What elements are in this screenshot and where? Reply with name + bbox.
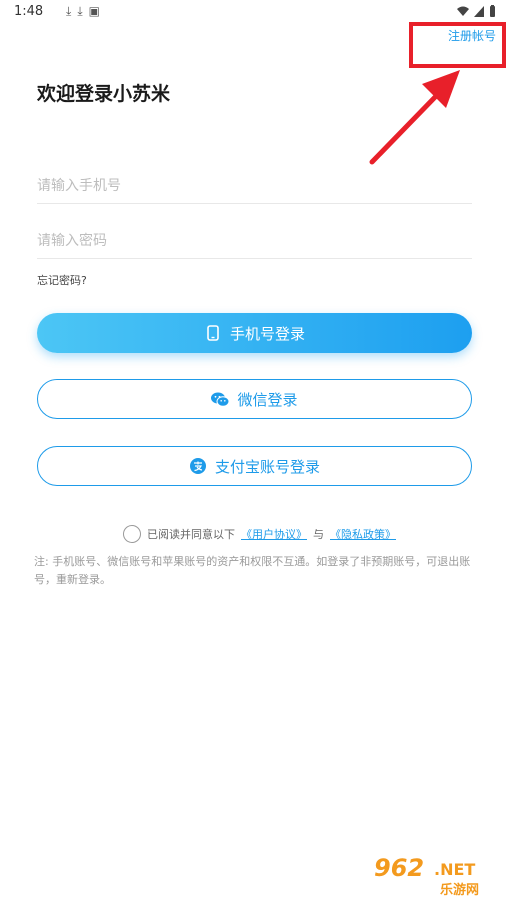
agreement-checkbox[interactable]	[123, 525, 141, 543]
watermark-subtitle: 乐游网	[440, 883, 480, 898]
agreement-connector: 与	[313, 528, 324, 541]
wifi-icon	[457, 6, 469, 16]
wechat-login-button[interactable]: 微信登录	[37, 379, 472, 419]
account-note: 注: 手机账号、微信账号和苹果账号的资产和权限不互通。如登录了非预期账号，可退出…	[34, 555, 471, 586]
download-icon: ⤓	[77, 4, 83, 18]
highlight-annotation-box	[409, 22, 506, 68]
status-time: 1:48	[14, 4, 44, 19]
agreement-row: 已阅读并同意以下 《用户协议》 与 《隐私政策》	[123, 525, 396, 543]
agreement-prefix: 已阅读并同意以下	[147, 528, 235, 541]
phone-icon	[204, 324, 222, 342]
download-icon: ⤓	[66, 4, 72, 18]
annotation-arrow	[369, 70, 460, 165]
wechat-icon	[211, 390, 230, 408]
password-field	[37, 223, 472, 259]
signal-icon	[474, 5, 484, 17]
alipay-login-button[interactable]: 支付宝账号登录	[37, 446, 472, 486]
phone-input[interactable]	[37, 168, 472, 203]
battery-icon	[490, 5, 495, 17]
watermark-number: 962	[374, 854, 425, 882]
wechat-login-label: 微信登录	[237, 390, 298, 409]
phone-field	[37, 168, 472, 204]
alipay-icon	[189, 457, 207, 475]
password-input[interactable]	[37, 223, 472, 258]
watermark-domain: .NET	[434, 860, 476, 879]
page-title: 欢迎登录小苏米	[37, 83, 171, 105]
user-agreement-link[interactable]: 《用户协议》	[241, 526, 307, 542]
status-system-icons	[457, 5, 496, 17]
privacy-policy-link[interactable]: 《隐私政策》	[330, 526, 396, 542]
status-notification-icons: ⤓ ⤓ ▣	[66, 4, 100, 18]
alipay-login-label: 支付宝账号登录	[214, 457, 320, 476]
phone-login-label: 手机号登录	[229, 324, 305, 343]
app-notification-icon: ▣	[88, 4, 100, 18]
site-watermark-logo: 962 .NET 乐游网	[370, 852, 502, 900]
status-bar: 1:48 ⤓ ⤓ ▣	[0, 0, 510, 24]
phone-login-button[interactable]: 手机号登录	[37, 313, 472, 353]
forgot-password-link[interactable]: 忘记密码?	[37, 272, 87, 288]
